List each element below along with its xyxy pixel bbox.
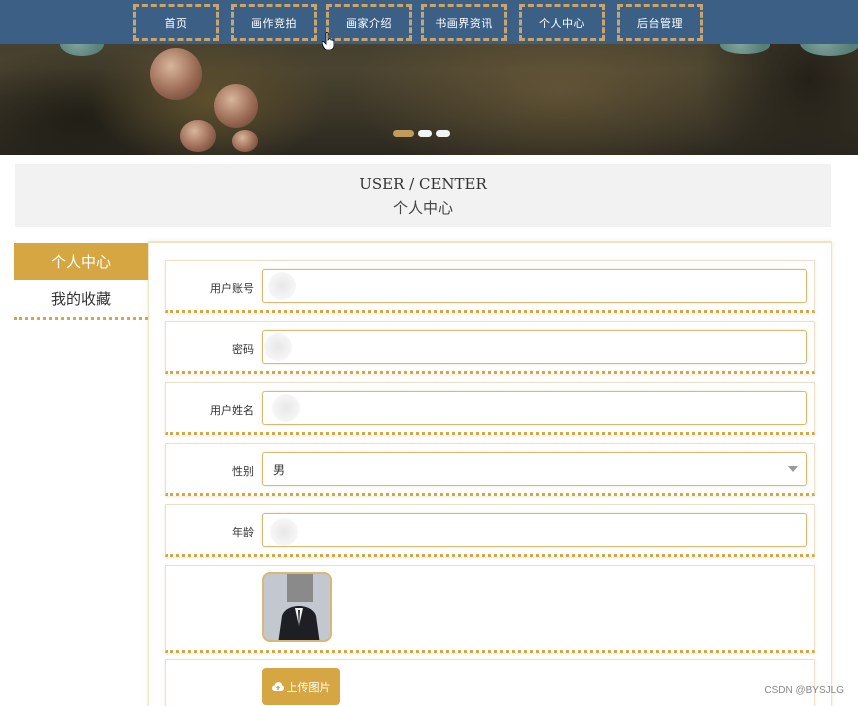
banner-flower xyxy=(214,84,258,128)
nav-user-center[interactable]: 个人中心 xyxy=(519,4,605,41)
gender-select-value: 男 xyxy=(273,462,286,477)
gender-select[interactable]: 男 xyxy=(262,452,807,486)
form-row-password: 密码 xyxy=(165,321,815,374)
nav-painting-auction[interactable]: 画作竞拍 xyxy=(231,4,317,41)
age-label: 年龄 xyxy=(232,526,254,539)
person-silhouette-icon xyxy=(264,574,330,640)
password-label: 密码 xyxy=(232,343,254,356)
carousel-indicators xyxy=(393,130,450,137)
cloud-upload-icon xyxy=(271,681,284,691)
account-input[interactable] xyxy=(262,269,807,303)
nav-painter-intro[interactable]: 画家介绍 xyxy=(326,4,412,41)
name-label: 用户姓名 xyxy=(210,404,254,417)
redacted-blur xyxy=(268,272,296,300)
password-input[interactable] xyxy=(262,330,807,364)
form-row-gender: 性别 男 xyxy=(165,443,815,496)
chevron-down-icon xyxy=(788,466,798,472)
nav-home[interactable]: 首页 xyxy=(133,4,219,41)
nav-art-news[interactable]: 书画界资讯 xyxy=(421,4,507,41)
age-input[interactable] xyxy=(262,513,807,547)
form-row-name: 用户姓名 xyxy=(165,382,815,435)
redacted-blur xyxy=(264,333,292,361)
profile-form-panel: 用户账号 密码 用户姓名 性别 男 年龄 上传图片 xyxy=(148,241,832,706)
top-navigation: 首页 画作竞拍 画家介绍 书画界资讯 个人中心 后台管理 xyxy=(0,0,858,44)
hand-cursor-icon xyxy=(322,32,334,50)
sidebar: 个人中心 我的收藏 xyxy=(14,243,148,706)
page-title-en: USER / CENTER xyxy=(359,175,487,193)
page-title-block: USER / CENTER 个人中心 xyxy=(15,164,831,227)
upload-image-label: 上传图片 xyxy=(286,680,331,694)
hero-banner: 首页 画作竞拍 画家介绍 书画界资讯 个人中心 后台管理 xyxy=(0,0,858,155)
form-row-avatar xyxy=(165,565,815,653)
upload-image-button[interactable]: 上传图片 xyxy=(262,668,340,705)
redacted-blur xyxy=(272,394,300,422)
carousel-dot[interactable] xyxy=(436,130,450,137)
page-title-cn: 个人中心 xyxy=(392,199,453,217)
banner-flower xyxy=(150,48,202,100)
sidebar-item-favorites[interactable]: 我的收藏 xyxy=(14,280,148,317)
nav-admin[interactable]: 后台管理 xyxy=(617,4,703,41)
form-row-age: 年龄 xyxy=(165,504,815,557)
gender-label: 性别 xyxy=(232,465,254,478)
sidebar-divider xyxy=(14,317,148,320)
redacted-blur xyxy=(270,518,298,546)
form-row-upload: 上传图片 xyxy=(165,659,815,706)
form-row-account: 用户账号 xyxy=(165,260,815,313)
banner-flower xyxy=(232,130,258,152)
carousel-dot[interactable] xyxy=(418,130,432,137)
banner-flower xyxy=(180,120,216,152)
account-label: 用户账号 xyxy=(210,282,254,295)
sidebar-item-user-center[interactable]: 个人中心 xyxy=(14,243,148,280)
avatar-image[interactable] xyxy=(262,572,332,642)
name-input[interactable] xyxy=(262,391,807,425)
watermark: CSDN @BYSJLG xyxy=(764,685,844,696)
carousel-dot-active[interactable] xyxy=(393,130,414,137)
